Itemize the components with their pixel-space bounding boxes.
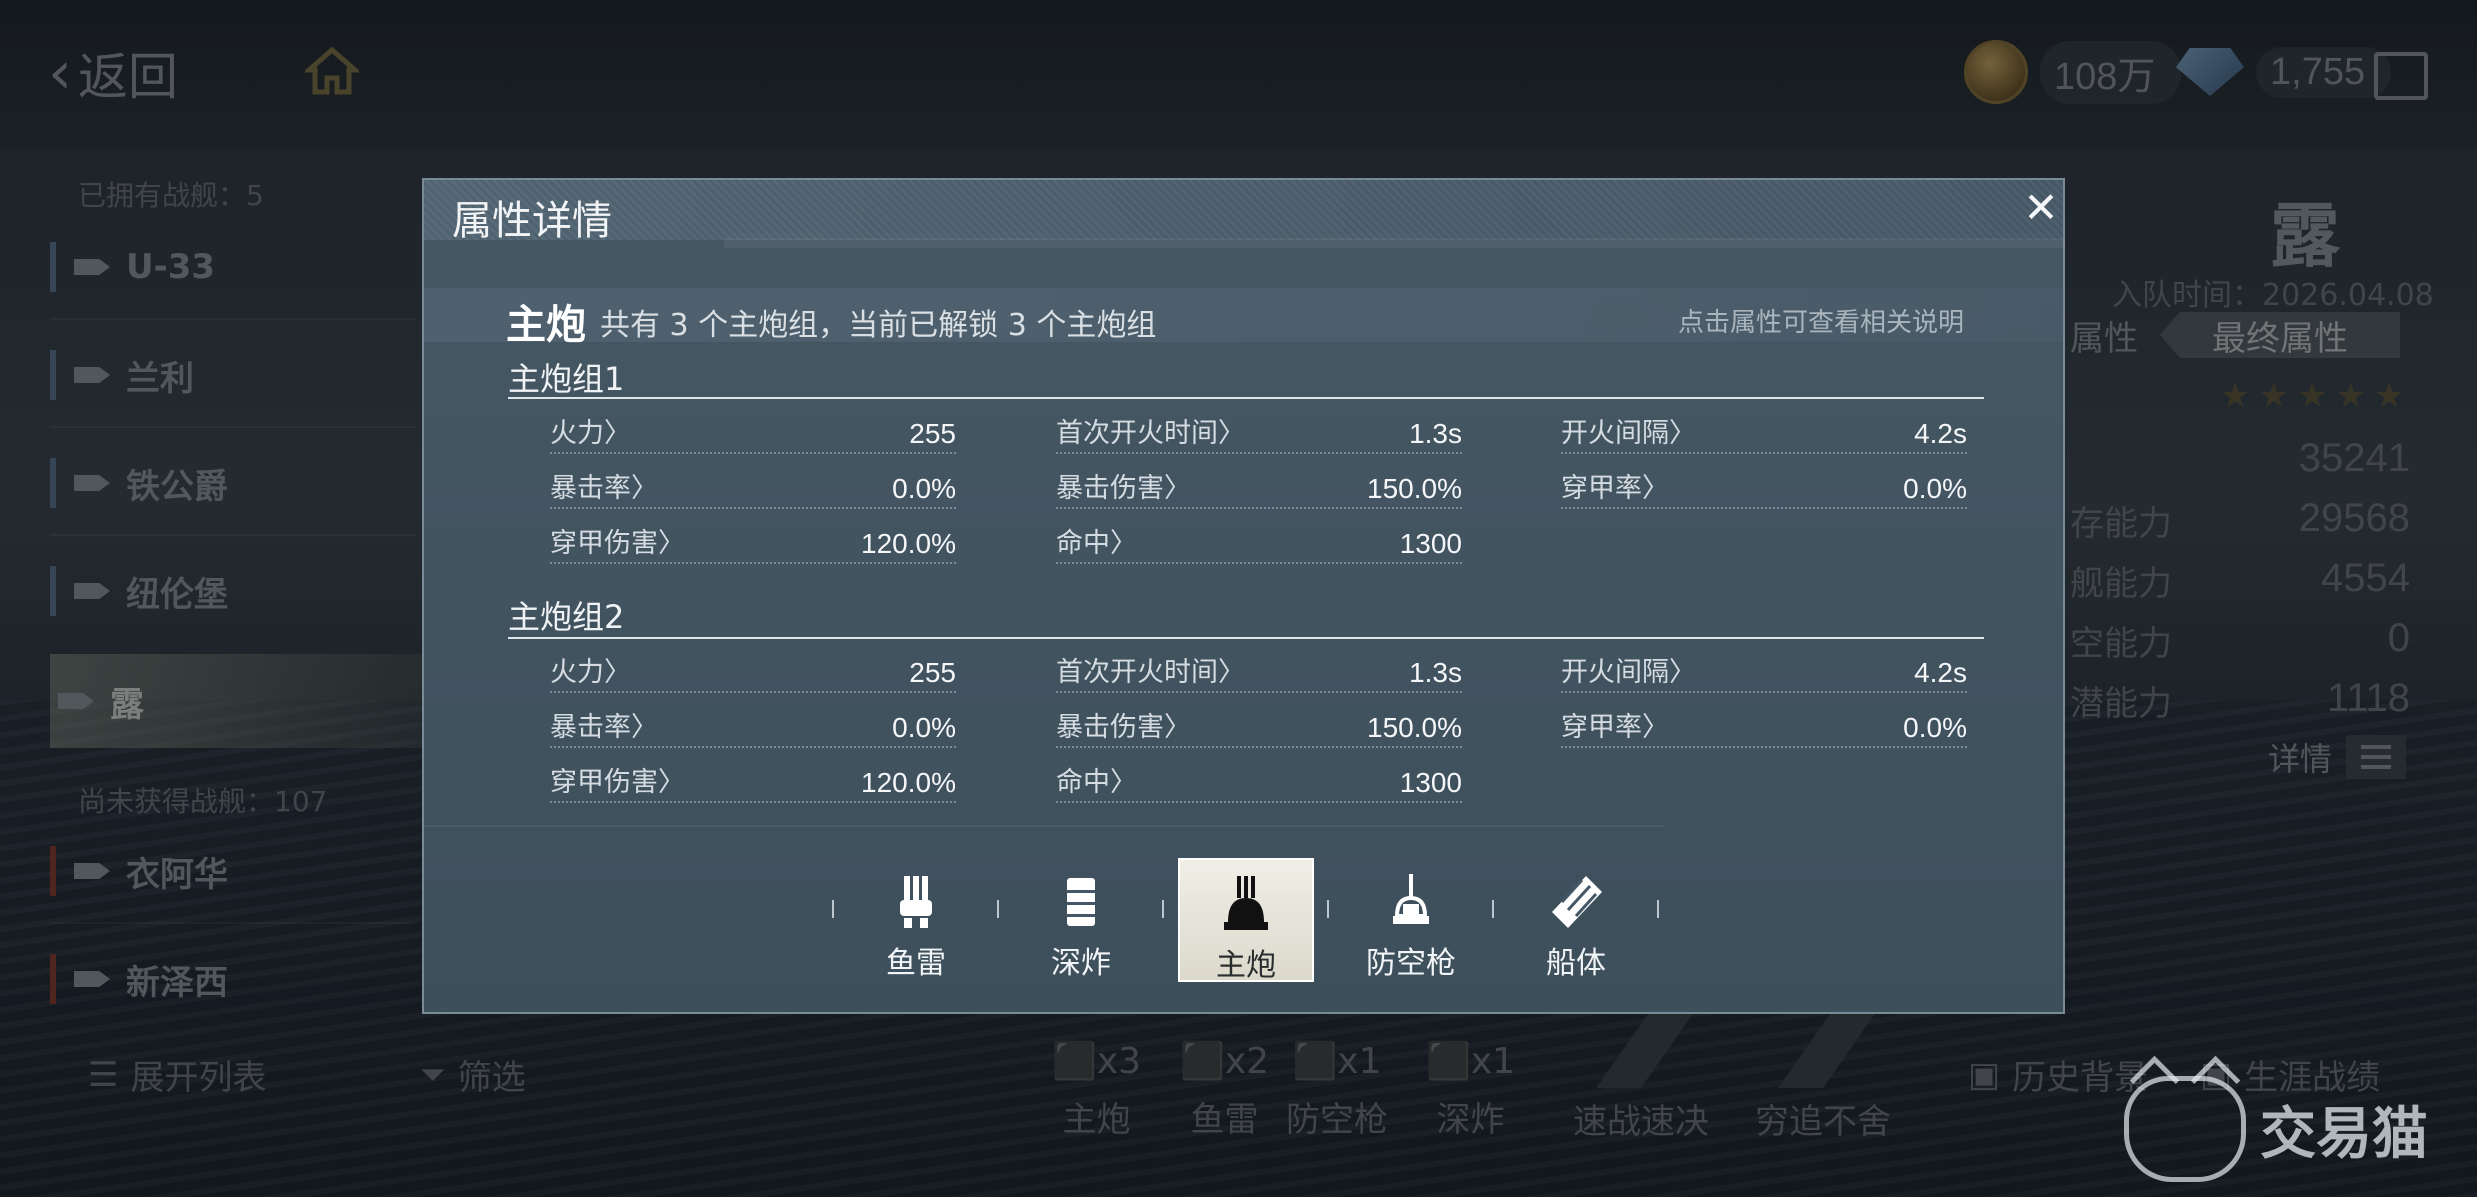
tab-depth-charge[interactable]: 深炸	[1013, 858, 1149, 982]
stat-first-fire-time[interactable]: 首次开火时间〉 1.3s	[1056, 414, 1462, 454]
stat-value: 0.0%	[892, 473, 956, 504]
stat-value: 1.3s	[1409, 657, 1462, 688]
group-title: 主炮组1	[508, 360, 625, 398]
stat-value: 150.0%	[1367, 712, 1462, 743]
stat-crit-rate[interactable]: 暴击率〉 0.0%	[550, 469, 956, 509]
stat-value: 150.0%	[1367, 473, 1462, 504]
tab-divider	[997, 900, 999, 918]
stat-penetration-damage[interactable]: 穿甲伤害〉 120.0%	[550, 763, 956, 803]
tab-divider	[1492, 900, 1494, 918]
stat-label: 首次开火时间〉	[1056, 657, 1245, 688]
watermark: 交易猫	[2124, 1076, 2428, 1182]
stat-label: 暴击伤害〉	[1056, 712, 1191, 743]
section-hint: 点击属性可查看相关说明	[1678, 308, 1965, 338]
tab-divider	[1327, 900, 1329, 918]
stat-label: 开火间隔〉	[1561, 418, 1696, 449]
tab-separator-line	[424, 825, 1665, 827]
stat-label: 暴击率〉	[550, 473, 658, 504]
stat-value: 1300	[1399, 767, 1462, 798]
close-icon[interactable]: ✕	[2021, 187, 2061, 229]
stat-fire-interval[interactable]: 开火间隔〉 4.2s	[1561, 414, 1967, 454]
stat-label: 火力〉	[550, 657, 631, 688]
stat-value: 4.2s	[1914, 418, 1967, 449]
hull-icon	[1552, 876, 1602, 928]
stat-first-fire-time[interactable]: 首次开火时间〉 1.3s	[1056, 653, 1462, 693]
stat-label: 命中〉	[1056, 767, 1137, 798]
stat-accuracy[interactable]: 命中〉 1300	[1056, 763, 1462, 803]
stat-firepower[interactable]: 火力〉 255	[550, 414, 956, 454]
stat-crit-rate[interactable]: 暴击率〉 0.0%	[550, 708, 956, 748]
stat-penetration-rate[interactable]: 穿甲率〉 0.0%	[1561, 469, 1967, 509]
tab-label: 鱼雷	[886, 946, 946, 981]
group-title: 主炮组2	[508, 598, 625, 636]
stat-value: 0.0%	[892, 712, 956, 743]
header-band	[724, 238, 2065, 248]
tab-divider	[1162, 900, 1164, 918]
stat-value: 255	[909, 418, 956, 449]
stat-label: 穿甲率〉	[1561, 712, 1669, 743]
stat-value: 0.0%	[1903, 473, 1967, 504]
stat-penetration-rate[interactable]: 穿甲率〉 0.0%	[1561, 708, 1967, 748]
stat-penetration-damage[interactable]: 穿甲伤害〉 120.0%	[550, 524, 956, 564]
tab-main-gun[interactable]: 主炮	[1178, 858, 1314, 983]
tab-label: 主炮	[1216, 948, 1276, 983]
stat-value: 120.0%	[861, 767, 956, 798]
stat-value: 0.0%	[1903, 712, 1967, 743]
stat-label: 暴击率〉	[550, 712, 658, 743]
anti-air-icon	[1393, 874, 1429, 924]
watermark-text: 交易猫	[2260, 1101, 2428, 1167]
stat-value: 255	[909, 657, 956, 688]
tab-label: 船体	[1546, 946, 1606, 981]
dialog-header	[424, 180, 2063, 240]
stat-label: 火力〉	[550, 418, 631, 449]
stat-label: 穿甲伤害〉	[550, 528, 685, 559]
tab-torpedo[interactable]: 鱼雷	[848, 858, 984, 982]
stat-label: 穿甲率〉	[1561, 473, 1669, 504]
section-description: 共有 3 个主炮组，当前已解锁 3 个主炮组	[600, 308, 1157, 343]
tab-anti-air[interactable]: 防空枪	[1343, 858, 1479, 982]
stat-label: 首次开火时间〉	[1056, 418, 1245, 449]
stat-label: 穿甲伤害〉	[550, 767, 685, 798]
torpedo-icon	[900, 876, 932, 928]
stat-label: 命中〉	[1056, 528, 1137, 559]
tab-divider	[832, 900, 834, 918]
stat-label: 开火间隔〉	[1561, 657, 1696, 688]
dialog-title: 属性详情	[452, 198, 612, 244]
stat-fire-interval[interactable]: 开火间隔〉 4.2s	[1561, 653, 1967, 693]
cat-logo-icon	[2124, 1076, 2246, 1182]
stat-crit-damage[interactable]: 暴击伤害〉 150.0%	[1056, 708, 1462, 748]
main-gun-icon	[1224, 876, 1268, 930]
group-divider	[508, 397, 1984, 399]
depth-charge-icon	[1067, 878, 1095, 926]
stat-firepower[interactable]: 火力〉 255	[550, 653, 956, 693]
stat-value: 4.2s	[1914, 657, 1967, 688]
stat-value: 1.3s	[1409, 418, 1462, 449]
tab-label: 防空枪	[1366, 946, 1456, 981]
stat-crit-damage[interactable]: 暴击伤害〉 150.0%	[1056, 469, 1462, 509]
stat-value: 1300	[1399, 528, 1462, 559]
stat-accuracy[interactable]: 命中〉 1300	[1056, 524, 1462, 564]
section-name: 主炮	[506, 302, 586, 348]
tab-hull[interactable]: 船体	[1508, 858, 1644, 982]
tab-label: 深炸	[1051, 946, 1111, 981]
stat-label: 暴击伤害〉	[1056, 473, 1191, 504]
group-divider	[508, 637, 1984, 639]
stat-value: 120.0%	[861, 528, 956, 559]
tab-divider	[1657, 900, 1659, 918]
attribute-detail-dialog: 属性详情 ✕ 主炮 共有 3 个主炮组，当前已解锁 3 个主炮组 点击属性可查看…	[422, 178, 2065, 1014]
